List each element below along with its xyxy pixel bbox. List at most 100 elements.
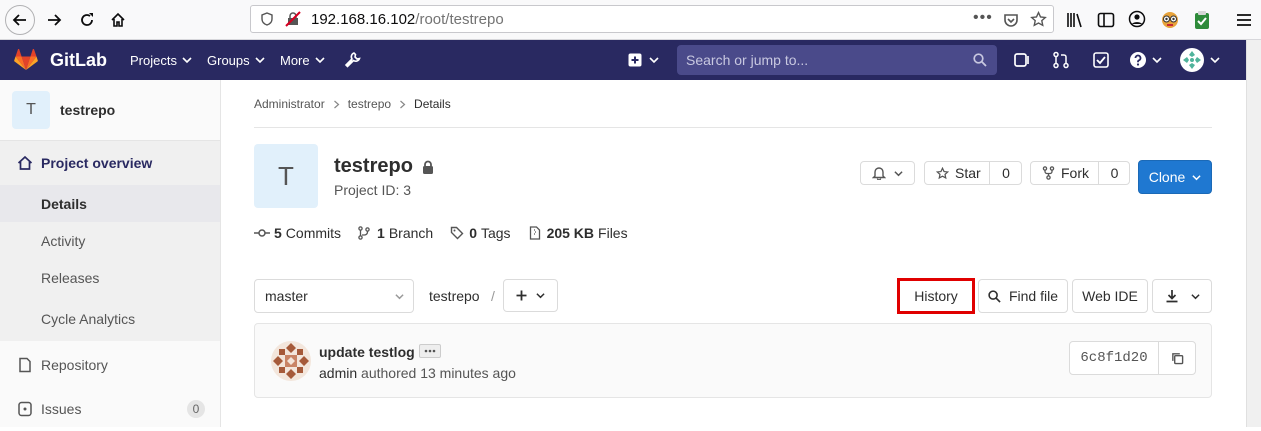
breadcrumb: Administrator testrepo Details — [254, 97, 451, 111]
url-bar[interactable]: 192.168.16.102/root/testrepo ••• — [250, 5, 1054, 33]
chevron-right-icon — [400, 100, 406, 108]
arrow-left-icon — [12, 14, 26, 26]
chevron-down-icon — [894, 170, 903, 176]
sidebar-item-repository[interactable]: Repository — [0, 343, 220, 387]
expand-commit-button[interactable] — [419, 344, 441, 358]
bell-icon — [872, 167, 886, 180]
document-icon — [19, 357, 31, 373]
help-dropdown[interactable] — [1129, 40, 1162, 80]
branch-select[interactable]: master — [254, 279, 414, 313]
account-icon[interactable] — [1128, 10, 1146, 28]
clone-button[interactable]: Clone — [1138, 160, 1212, 194]
page-actions-icon[interactable]: ••• — [973, 9, 993, 27]
files-stat[interactable]: 205 KB Files — [529, 225, 628, 241]
todos-sidebar-button[interactable] — [1013, 40, 1031, 80]
forward-button[interactable] — [40, 6, 68, 34]
sidebar-item-issues[interactable]: Issues 0 — [0, 387, 220, 431]
fork-icon — [1042, 166, 1055, 180]
bookmark-star-icon[interactable] — [1030, 11, 1047, 28]
main-content: Administrator testrepo Details T testrep… — [221, 80, 1246, 427]
new-item-dropdown[interactable] — [628, 40, 659, 80]
sidebar-item-activity[interactable]: Activity — [0, 222, 220, 259]
search-icon — [988, 289, 1001, 303]
notification-dropdown[interactable] — [860, 161, 915, 185]
divider — [254, 127, 1212, 128]
more-label: More — [280, 52, 310, 68]
sidebar-toggle-icon[interactable] — [1097, 11, 1115, 29]
commit-authored-time: authored 13 minutes ago — [361, 365, 516, 381]
path-root-link[interactable]: testrepo — [429, 288, 480, 304]
brand-name: GitLab — [50, 49, 107, 70]
sidebar-item-details[interactable]: Details — [0, 185, 220, 222]
chevron-right-icon — [333, 100, 340, 108]
commit-author-avatar — [271, 341, 311, 381]
chevron-down-icon — [1152, 57, 1162, 64]
project-avatar: T — [254, 144, 318, 208]
home-icon — [111, 12, 125, 27]
checkbox-icon — [1093, 52, 1109, 68]
last-commit-panel: update testlog admin authored 13 minutes… — [254, 323, 1212, 398]
extension-clipboard-icon[interactable] — [1192, 10, 1212, 30]
user-menu[interactable] — [1180, 40, 1220, 80]
page-scrollbar[interactable] — [1246, 40, 1261, 427]
commits-count: 5 — [274, 225, 282, 241]
admin-area-button[interactable] — [343, 40, 361, 80]
browser-toolbar: 192.168.16.102/root/testrepo ••• — [0, 0, 1261, 40]
plus-icon — [516, 290, 527, 301]
chevron-down-icon — [536, 293, 545, 299]
tags-stat[interactable]: 0 Tags — [450, 225, 511, 241]
groups-menu[interactable]: Groups — [207, 40, 265, 80]
lock-icon — [422, 160, 433, 174]
branch-icon — [358, 226, 370, 240]
copy-sha-button[interactable] — [1158, 341, 1196, 375]
home-button[interactable] — [104, 6, 132, 34]
hamburger-menu-icon[interactable] — [1235, 11, 1253, 29]
todos-button[interactable] — [1092, 40, 1110, 80]
breadcrumb-details: Details — [414, 97, 451, 111]
issues-count-badge: 0 — [187, 400, 205, 418]
web-ide-button[interactable]: Web IDE — [1072, 279, 1148, 313]
archive-icon — [529, 226, 540, 240]
reload-button[interactable] — [73, 6, 101, 34]
branch-stat[interactable]: 1 Branch — [358, 225, 433, 241]
commits-stat[interactable]: 5 Commits — [254, 225, 341, 241]
history-button[interactable]: History — [897, 278, 975, 314]
commit-sha: 6c8f1d20 — [1080, 350, 1148, 366]
commit-sha-button[interactable]: 6c8f1d20 — [1069, 341, 1159, 375]
commits-label: Commits — [285, 225, 342, 241]
tag-icon — [450, 226, 464, 240]
download-dropdown[interactable] — [1152, 279, 1212, 313]
commit-author[interactable]: admin — [319, 365, 357, 381]
more-menu[interactable]: More — [280, 40, 325, 80]
commit-title[interactable]: update testlog — [319, 344, 415, 360]
add-to-tree-dropdown[interactable] — [503, 279, 558, 312]
sidebar-item-cycle-analytics[interactable]: Cycle Analytics — [0, 296, 220, 341]
chevron-down-icon — [1192, 174, 1201, 180]
star-count[interactable]: 0 — [989, 162, 1022, 184]
wrench-icon — [344, 52, 361, 68]
back-button[interactable] — [5, 5, 35, 35]
sidebar-project-header[interactable]: T testrepo — [0, 80, 220, 141]
star-button[interactable]: Star 0 — [924, 161, 1022, 185]
gitlab-home-link[interactable]: GitLab — [14, 40, 107, 80]
chevron-down-icon — [649, 57, 659, 64]
sidebar-releases-label: Releases — [41, 269, 100, 286]
pocket-icon[interactable] — [1003, 12, 1019, 28]
sidebar-cycle-analytics-label: Cycle Analytics — [41, 310, 136, 327]
breadcrumb-testrepo[interactable]: testrepo — [348, 97, 391, 111]
breadcrumb-administrator[interactable]: Administrator — [254, 97, 325, 111]
url-text: 192.168.16.102/root/testrepo — [311, 11, 504, 28]
sidebar-item-releases[interactable]: Releases — [0, 259, 220, 296]
fork-button[interactable]: Fork 0 — [1030, 161, 1130, 185]
fork-label: Fork — [1061, 165, 1089, 181]
sidebar-project-avatar: T — [12, 91, 50, 129]
project-sidebar: T testrepo Project overview Details Acti… — [0, 80, 221, 427]
merge-requests-button[interactable] — [1052, 40, 1070, 80]
find-file-button[interactable]: Find file — [978, 279, 1068, 313]
fork-count[interactable]: 0 — [1098, 162, 1130, 184]
projects-menu[interactable]: Projects — [130, 40, 192, 80]
library-icon[interactable] — [1066, 11, 1084, 29]
extension-face-icon[interactable] — [1160, 10, 1180, 30]
search-input[interactable]: Search or jump to... — [677, 45, 997, 75]
sidebar-item-project-overview[interactable]: Project overview — [0, 141, 220, 185]
